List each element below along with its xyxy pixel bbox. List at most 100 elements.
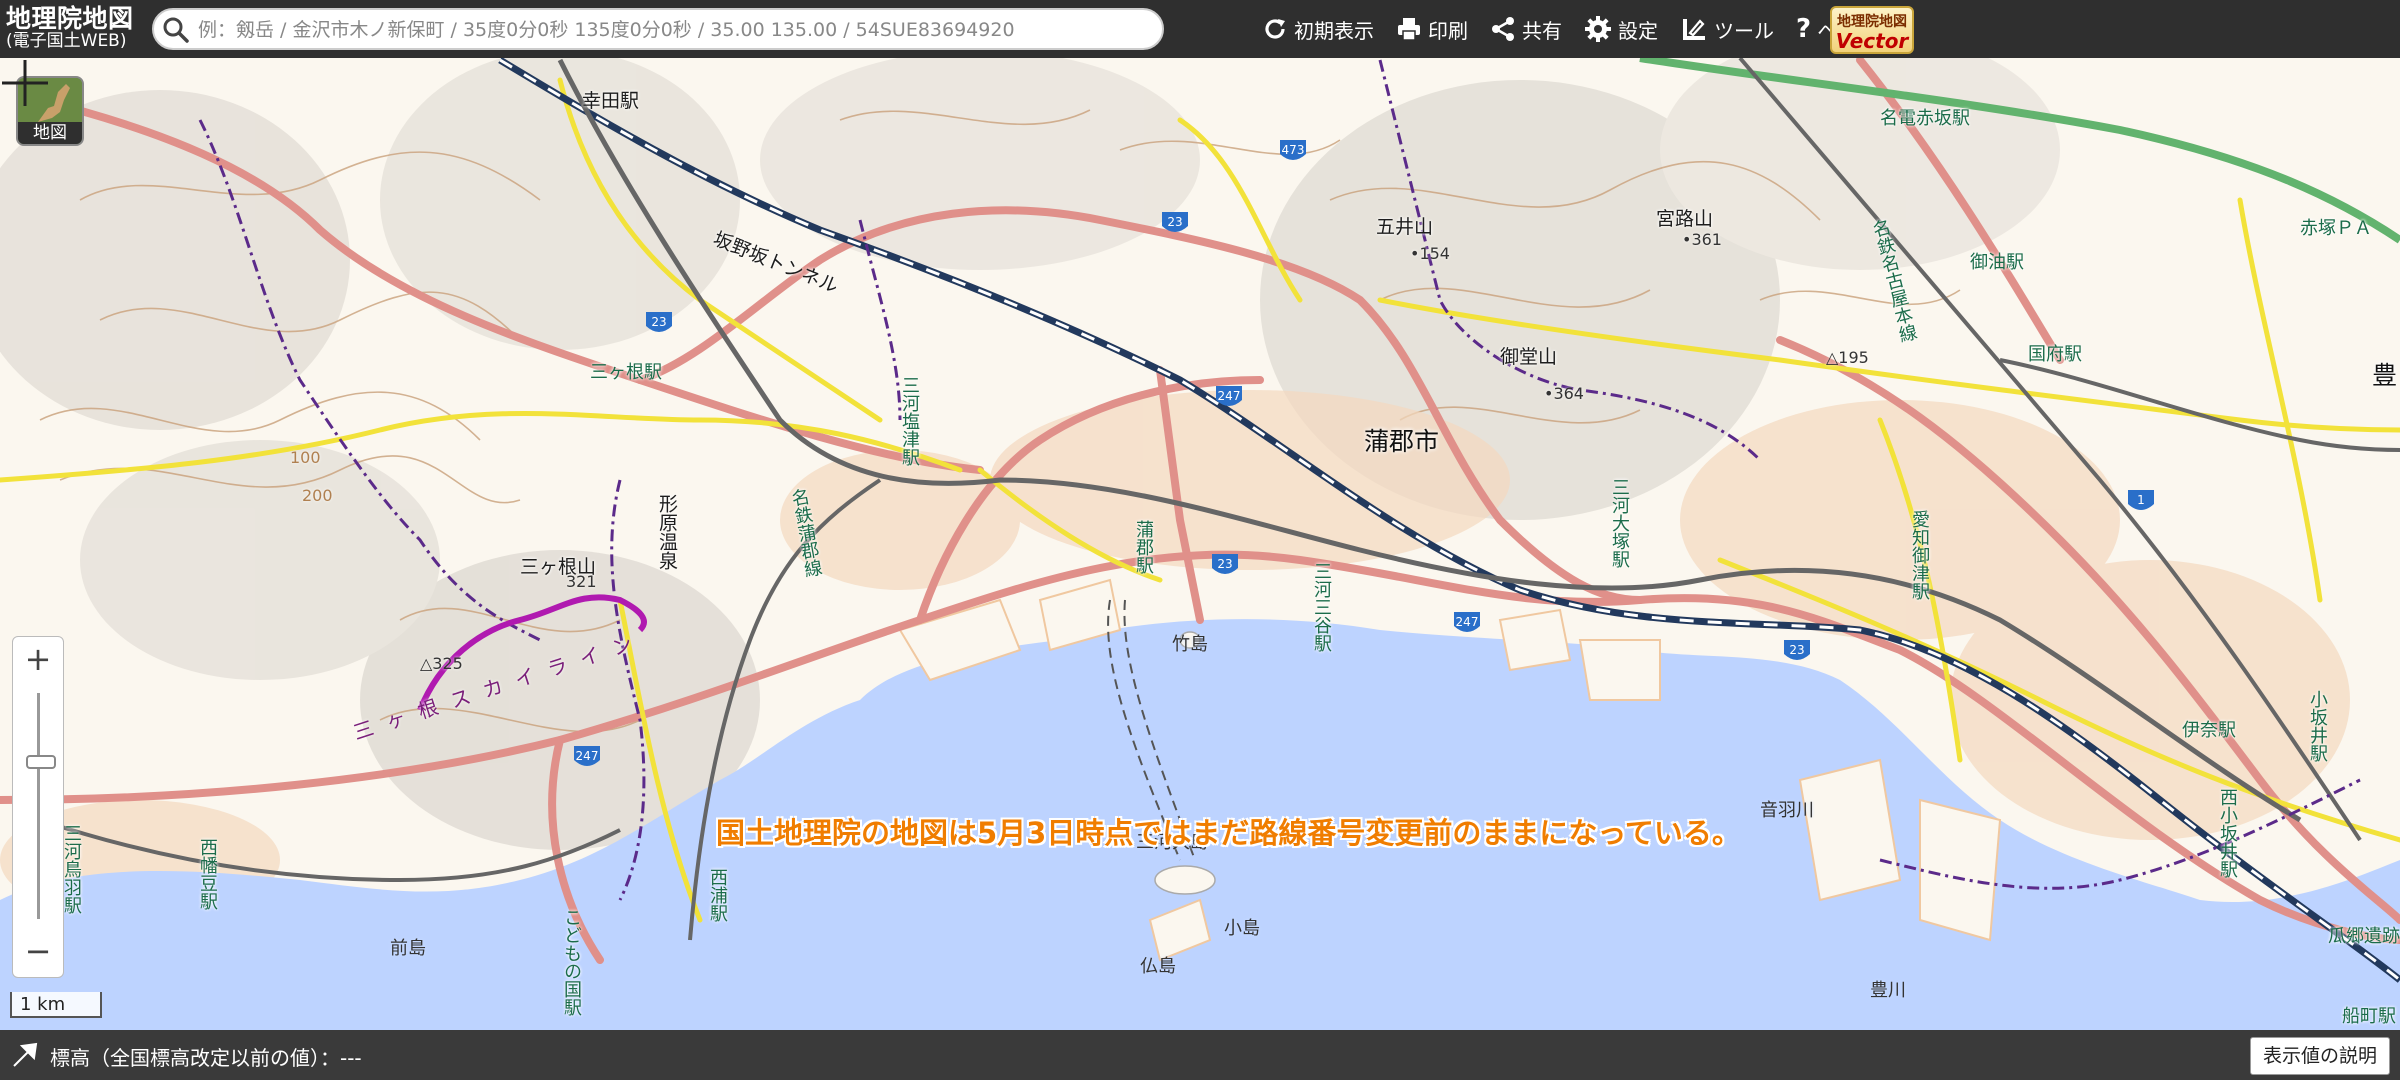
route-number: 473 [1282, 143, 1305, 157]
station-label-vertical: 西小坂井駅 [2217, 788, 2238, 878]
app-root: 地理院地図 (電子国土WEB) 初期表示 [0, 0, 2400, 1080]
route-shield: 23 [1210, 552, 1240, 578]
zoom-out-button[interactable]: − [13, 929, 63, 973]
island-label: 竹島 [1172, 634, 1208, 655]
route-shield: 247 [1214, 384, 1244, 410]
station-label-vertical: 小坂井駅 [2307, 690, 2328, 762]
mountain-label: 御堂山 [1500, 346, 1558, 368]
station-label-vertical: 西浦駅 [707, 868, 728, 922]
station-label: 御油駅 [1970, 252, 2024, 273]
route-shield: 1 [2126, 488, 2156, 514]
reset-view-button[interactable]: 初期表示 [1262, 15, 1374, 44]
station-label: 国府駅 [2028, 344, 2082, 365]
route-shield: 23 [1782, 638, 1812, 664]
route-number: 1 [2137, 493, 2145, 507]
tools-button[interactable]: ツール [1680, 15, 1774, 44]
route-shield: 23 [644, 310, 674, 336]
station-label-vertical: 愛知御津駅 [1909, 510, 1930, 600]
print-label: 印刷 [1428, 18, 1468, 43]
route-number: 247 [1456, 615, 1479, 629]
station-label-vertical: 蒲郡駅 [1133, 520, 1154, 574]
route-number: 247 [576, 749, 599, 763]
printer-icon [1398, 18, 1420, 41]
annotation-text: 国土地理院の地図は5月3日時点ではまだ路線番号変更前のままになっている。 [716, 816, 1741, 850]
reset-view-label: 初期表示 [1294, 18, 1374, 43]
route-number: 23 [651, 315, 666, 329]
route-number: 23 [1167, 215, 1182, 229]
island-label: 小島 [1224, 918, 1260, 939]
route-shield: 247 [572, 744, 602, 770]
base-layer-label: 地図 [18, 122, 82, 144]
place-label-vertical: 形原温泉 [656, 494, 678, 570]
zoom-slider-handle[interactable] [26, 755, 56, 769]
scale-bar: 1 km [10, 992, 102, 1018]
search-icon[interactable] [162, 16, 190, 44]
mountain-label: 宮路山 [1656, 208, 1714, 230]
route-shield: 23 [1160, 210, 1190, 236]
help-icon: ? [1796, 14, 1812, 44]
station-label: 幸田駅 [582, 90, 640, 112]
peak-height-label: △195 [1826, 348, 1869, 367]
place-label: 瓜郷遺跡 [2328, 926, 2400, 947]
island-label: 仏島 [1140, 956, 1176, 977]
zoom-control: + − [12, 636, 64, 978]
gear-icon [1585, 16, 1611, 42]
city-label-partial: 豊 [2372, 361, 2398, 390]
peak-height-label: •361 [1682, 230, 1722, 249]
brand-title: 地理院地図 [6, 4, 134, 33]
river-label: 音羽川 [1760, 800, 1814, 821]
station-label-vertical: こどもの国駅 [561, 908, 582, 1016]
route-shield: 473 [1278, 138, 1308, 164]
map-canvas[interactable]: 地図 幸田駅 名電赤坂駅 御油駅 国府駅 赤塚ＰＡ 三ヶ根駅 三ヶ根山 宮路山 … [0, 58, 2400, 1030]
station-label-vertical: 三河大塚駅 [1609, 478, 1630, 568]
center-crosshair-icon [2, 60, 48, 106]
vector-map-switch[interactable]: 地理院地図 Vector [1830, 6, 1914, 54]
contour-value-label: 100 [290, 448, 321, 467]
station-label: 三ヶ根駅 [590, 362, 662, 383]
route-shield: 247 [1452, 610, 1482, 636]
route-number: 23 [1217, 557, 1232, 571]
pa-label: 赤塚ＰＡ [2300, 218, 2372, 239]
peak-height-label: •364 [1544, 384, 1584, 403]
elevation-readout: 標高（全国標高改定以前の値）：--- [50, 1046, 362, 1070]
tools-label: ツール [1714, 18, 1774, 43]
map-graphics [0, 58, 2400, 1030]
search-input[interactable] [196, 14, 1150, 46]
vector-badge-line1: 地理院地図 [1837, 14, 1907, 30]
vector-badge-line2: Vector [1835, 29, 1909, 53]
expand-arrow-icon[interactable] [10, 1042, 38, 1068]
share-label: 共有 [1522, 18, 1562, 43]
station-label: 伊奈駅 [2182, 720, 2236, 741]
peak-height-label: △325 [420, 654, 463, 673]
station-label: 船町駅 [2342, 1006, 2396, 1027]
station-label-vertical: 西幡豆駅 [197, 838, 218, 910]
status-bar: 標高（全国標高改定以前の値）：--- 表示値の説明 [0, 1030, 2400, 1080]
tools-icon [1683, 19, 1705, 40]
station-label-vertical: 三河三谷駅 [1311, 562, 1332, 652]
refresh-icon [1265, 19, 1285, 39]
mountain-label: 五井山 [1376, 216, 1434, 238]
display-value-explanation-button[interactable]: 表示値の説明 [2249, 1037, 2390, 1075]
settings-button[interactable]: 設定 [1584, 15, 1658, 44]
print-button[interactable]: 印刷 [1396, 15, 1468, 44]
peak-height-label: •154 [1410, 244, 1450, 263]
share-button[interactable]: 共有 [1490, 15, 1562, 44]
site-logo[interactable]: 地理院地図 (電子国土WEB) [6, 6, 134, 50]
route-number: 23 [1789, 643, 1804, 657]
zoom-track[interactable] [37, 693, 40, 919]
settings-label: 設定 [1618, 18, 1658, 43]
station-label: 名電赤坂駅 [1880, 108, 1970, 129]
route-number: 247 [1218, 389, 1241, 403]
zoom-in-button[interactable]: + [13, 637, 63, 681]
peak-height-label: 321 [566, 572, 597, 591]
search-box[interactable] [152, 8, 1164, 50]
header-bar: 地理院地図 (電子国土WEB) 初期表示 [0, 0, 2400, 58]
river-label: 豊川 [1870, 980, 1906, 1001]
toolbar: 初期表示 印刷 共有 設定 ツール ? [1262, 0, 1899, 58]
island-label: 前島 [390, 938, 426, 959]
brand-subtitle: (電子国土WEB) [6, 31, 127, 51]
city-label: 蒲郡市 [1364, 427, 1440, 456]
station-label-vertical: 三河塩津駅 [899, 376, 920, 466]
share-icon [1492, 17, 1514, 41]
contour-value-label: 200 [302, 486, 333, 505]
